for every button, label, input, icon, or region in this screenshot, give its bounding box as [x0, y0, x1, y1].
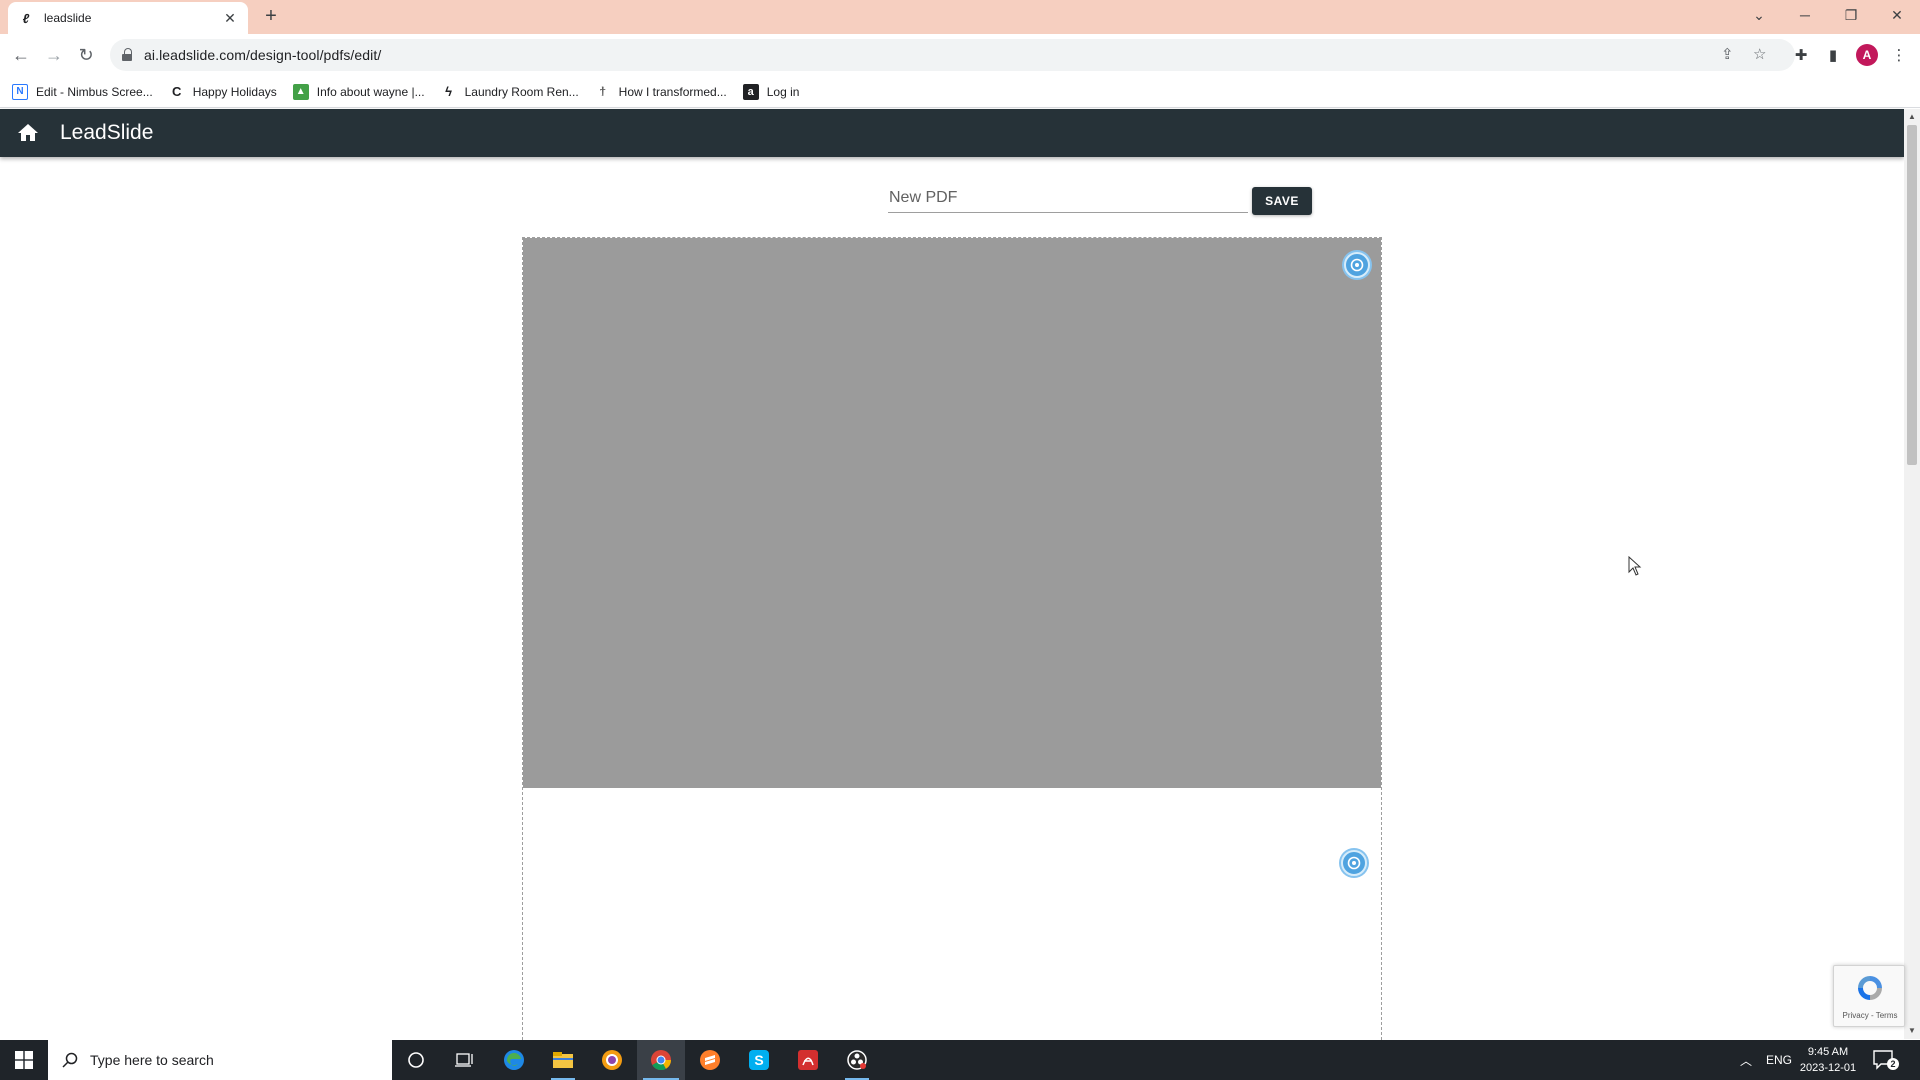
bookmark-star-icon[interactable]: ☆	[1753, 45, 1766, 63]
page-scrollbar[interactable]: ▲ ▼	[1904, 109, 1920, 1039]
profile-avatar[interactable]: A	[1856, 44, 1878, 66]
bookmark-label: How I transformed...	[618, 84, 727, 99]
app-header: LeadSlide	[0, 109, 1904, 157]
search-icon	[62, 1052, 78, 1068]
edit-section-icon[interactable]	[1341, 850, 1367, 876]
recaptcha-footer[interactable]: Privacy - Terms	[1838, 1011, 1902, 1020]
bookmark-item[interactable]: ▲ Info about wayne |...	[292, 83, 425, 100]
save-button[interactable]: SAVE	[1252, 187, 1312, 215]
forward-arrow-icon[interactable]: →	[41, 42, 67, 68]
recaptcha-badge[interactable]: Privacy - Terms	[1833, 965, 1905, 1027]
new-tab-button[interactable]: +	[259, 5, 283, 29]
search-placeholder: Type here to search	[90, 1052, 214, 1068]
close-window-button[interactable]: ✕	[1874, 0, 1920, 30]
pdf-canvas[interactable]	[522, 237, 1382, 1040]
home-icon[interactable]	[16, 121, 40, 145]
lock-icon	[122, 48, 134, 62]
image-placeholder-block[interactable]	[523, 238, 1381, 788]
windows-taskbar: Type here to search S ︿ ENG 9:45 AM 2023…	[0, 1040, 1920, 1080]
edit-section-icon[interactable]	[1344, 252, 1370, 278]
browser-menu-icon[interactable]: ⋮	[1886, 42, 1912, 68]
bookmarks-bar: N Edit - Nimbus Scree... C Happy Holiday…	[0, 76, 1920, 108]
reload-icon[interactable]: ↻	[73, 42, 99, 68]
address-bar[interactable]: ai.leadslide.com/design-tool/pdfs/edit/	[110, 39, 1795, 71]
scroll-thumb[interactable]	[1907, 125, 1917, 465]
skype-icon[interactable]: S	[735, 1040, 783, 1080]
browser-toolbar: ← → ↻ ai.leadslide.com/design-tool/pdfs/…	[0, 34, 1920, 76]
app-title[interactable]: LeadSlide	[60, 121, 153, 145]
bookmark-item[interactable]: C Happy Holidays	[169, 84, 277, 100]
bookmark-item[interactable]: ϟ Laundry Room Ren...	[441, 84, 579, 100]
bookmark-label: Happy Holidays	[192, 84, 277, 99]
file-explorer-icon[interactable]	[539, 1040, 587, 1080]
cortana-icon[interactable]	[392, 1040, 440, 1080]
svg-text:S: S	[754, 1052, 763, 1068]
recaptcha-logo-icon	[1854, 972, 1886, 1004]
chrome-alt-icon[interactable]	[588, 1040, 636, 1080]
scroll-up-arrow-icon[interactable]: ▲	[1904, 110, 1920, 124]
laundry-room-icon: ϟ	[445, 84, 453, 99]
windows-start-icon[interactable]	[0, 1040, 48, 1080]
task-view-icon[interactable]	[440, 1040, 488, 1080]
browser-titlebar: ℓ leadslide ✕ + ⌄ ─ ❐ ✕	[0, 0, 1920, 34]
bookmark-label: Edit - Nimbus Scree...	[36, 84, 153, 99]
share-icon[interactable]: ⇪	[1721, 45, 1734, 63]
nimbus-icon: N	[12, 83, 28, 100]
notification-count-badge: 2	[1887, 1058, 1899, 1070]
clock-time: 9:45 AM	[1807, 1046, 1849, 1058]
holidays-c-icon: C	[172, 84, 182, 99]
obs-recorder-icon[interactable]	[833, 1040, 881, 1080]
back-arrow-icon[interactable]: ←	[8, 42, 34, 68]
taskbar-clock[interactable]: 9:45 AM 2023-12-01	[1788, 1044, 1868, 1076]
sublime-text-icon[interactable]	[686, 1040, 734, 1080]
bookmark-item[interactable]: a Log in	[742, 83, 800, 100]
restore-button[interactable]: ❐	[1828, 0, 1874, 30]
side-panel-icon[interactable]: ▮	[1820, 42, 1846, 68]
notification-center-icon[interactable]: 2	[1872, 1048, 1899, 1072]
bookmark-item[interactable]: ϯ How I transformed...	[595, 84, 727, 100]
extensions-puzzle-icon[interactable]: ✚	[1788, 42, 1814, 68]
bookmark-label: Log in	[766, 84, 800, 99]
show-hidden-icons-chevron-icon[interactable]: ︿	[1740, 1040, 1752, 1080]
edge-browser-icon[interactable]	[490, 1040, 538, 1080]
chrome-icon[interactable]	[637, 1040, 685, 1080]
tab-search-chevron-icon[interactable]: ⌄	[1736, 0, 1782, 30]
tab-title: leadslide	[44, 11, 92, 25]
url-text: ai.leadslide.com/design-tool/pdfs/edit/	[144, 47, 382, 63]
browser-tab-leadslide[interactable]: ℓ leadslide ✕	[8, 2, 248, 34]
leadslide-favicon-icon: ℓ	[22, 10, 30, 26]
transformed-icon: ϯ	[599, 84, 606, 99]
scroll-down-arrow-icon[interactable]: ▼	[1904, 1024, 1920, 1038]
tab-close-icon[interactable]: ✕	[222, 10, 238, 27]
mouse-cursor-icon	[1628, 555, 1642, 581]
bookmark-item[interactable]: N Edit - Nimbus Scree...	[12, 83, 153, 100]
acrobat-icon[interactable]	[784, 1040, 832, 1080]
clock-date: 2023-12-01	[1799, 1062, 1857, 1074]
minimize-button[interactable]: ─	[1782, 0, 1828, 30]
bookmark-label: Laundry Room Ren...	[464, 84, 579, 99]
bookmark-label: Info about wayne |...	[316, 84, 425, 99]
wayne-info-icon: ▲	[292, 83, 309, 100]
amazon-icon: a	[742, 83, 759, 100]
taskbar-search-box[interactable]: Type here to search	[48, 1040, 392, 1080]
pdf-name-input[interactable]	[888, 183, 1248, 213]
